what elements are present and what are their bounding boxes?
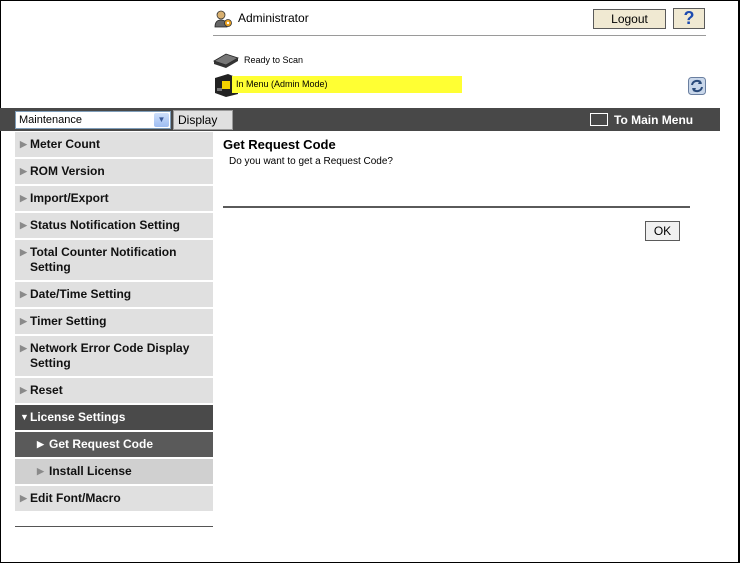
sidebar-item-label: Edit Font/Macro: [30, 491, 121, 505]
sidebar-item-label: Get Request Code: [49, 437, 154, 451]
header-divider: [213, 35, 706, 36]
content-divider: [223, 206, 690, 208]
refresh-icon[interactable]: [688, 77, 706, 95]
to-main-menu-label: To Main Menu: [614, 113, 694, 127]
sidebar-item-import-export[interactable]: ▶ Import/Export: [15, 186, 213, 213]
mode-select[interactable]: Maintenance ▼: [15, 111, 171, 129]
sidebar-item-network-error-code[interactable]: ▶ Network Error Code Display Setting: [15, 336, 213, 378]
sidebar-item-label: Meter Count: [30, 137, 100, 151]
sidebar-item-label: Import/Export: [30, 191, 109, 205]
sidebar-item-date-time[interactable]: ▶ Date/Time Setting: [15, 282, 213, 309]
triangle-right-icon: ▶: [20, 289, 27, 299]
sidebar-item-rom-version[interactable]: ▶ ROM Version: [15, 159, 213, 186]
sidebar-item-edit-font-macro[interactable]: ▶ Edit Font/Macro: [15, 486, 213, 513]
sidebar-item-meter-count[interactable]: ▶ Meter Count: [15, 132, 213, 159]
sidebar-item-get-request-code[interactable]: ▶ Get Request Code: [15, 432, 213, 459]
triangle-right-icon: ▶: [20, 166, 27, 176]
triangle-right-icon: ▶: [20, 385, 27, 395]
help-button[interactable]: ?: [673, 8, 705, 29]
user-label: Administrator: [238, 11, 309, 25]
triangle-right-icon: ▶: [20, 139, 27, 149]
sidebar: ▶ Meter Count ▶ ROM Version ▶ Import/Exp…: [15, 132, 213, 527]
triangle-right-icon: ▶: [20, 493, 27, 503]
sidebar-item-timer[interactable]: ▶ Timer Setting: [15, 309, 213, 336]
sidebar-item-label: Timer Setting: [30, 314, 107, 328]
admin-mode-status: In Menu (Admin Mode): [232, 76, 462, 93]
sidebar-item-reset[interactable]: ▶ Reset: [15, 378, 213, 405]
triangle-down-icon: ▼: [20, 412, 29, 422]
sidebar-item-label: Status Notification Setting: [30, 218, 180, 232]
main-menu-icon: [590, 113, 608, 127]
triangle-right-icon: ▶: [20, 343, 27, 353]
triangle-right-icon: ▶: [20, 193, 27, 203]
sidebar-item-label: ROM Version: [30, 164, 105, 178]
page-title: Get Request Code: [223, 137, 336, 152]
logout-button[interactable]: Logout: [593, 9, 666, 29]
confirmation-message: Do you want to get a Request Code?: [229, 156, 393, 167]
sidebar-item-label: License Settings: [30, 410, 126, 424]
triangle-right-icon: ▶: [37, 439, 44, 449]
sidebar-item-status-notification[interactable]: ▶ Status Notification Setting: [15, 213, 213, 240]
administrator-icon: [214, 10, 232, 28]
to-main-menu-link[interactable]: To Main Menu: [590, 111, 693, 129]
sidebar-divider: [15, 526, 213, 527]
sidebar-item-total-counter-notification[interactable]: ▶ Total Counter Notification Setting: [15, 240, 213, 282]
ok-button[interactable]: OK: [645, 221, 680, 241]
triangle-right-icon: ▶: [20, 247, 27, 257]
ready-status: Ready to Scan: [244, 55, 304, 65]
triangle-right-icon: ▶: [37, 466, 44, 476]
sidebar-item-label: Reset: [30, 383, 63, 397]
sidebar-item-label: Date/Time Setting: [30, 287, 132, 301]
scanner-icon: [213, 53, 239, 68]
sidebar-item-license-settings[interactable]: ▼ License Settings: [15, 405, 213, 432]
mode-select-value: Maintenance: [19, 114, 82, 126]
sidebar-item-label: Network Error Code Display Setting: [30, 341, 190, 370]
triangle-right-icon: ▶: [20, 316, 27, 326]
display-button[interactable]: Display: [173, 110, 233, 130]
triangle-right-icon: ▶: [20, 220, 27, 230]
sidebar-item-install-license[interactable]: ▶ Install License: [15, 459, 213, 486]
sidebar-item-label: Install License: [49, 464, 132, 478]
sidebar-item-label: Total Counter Notification Setting: [30, 245, 177, 274]
chevron-down-icon[interactable]: ▼: [154, 113, 169, 127]
